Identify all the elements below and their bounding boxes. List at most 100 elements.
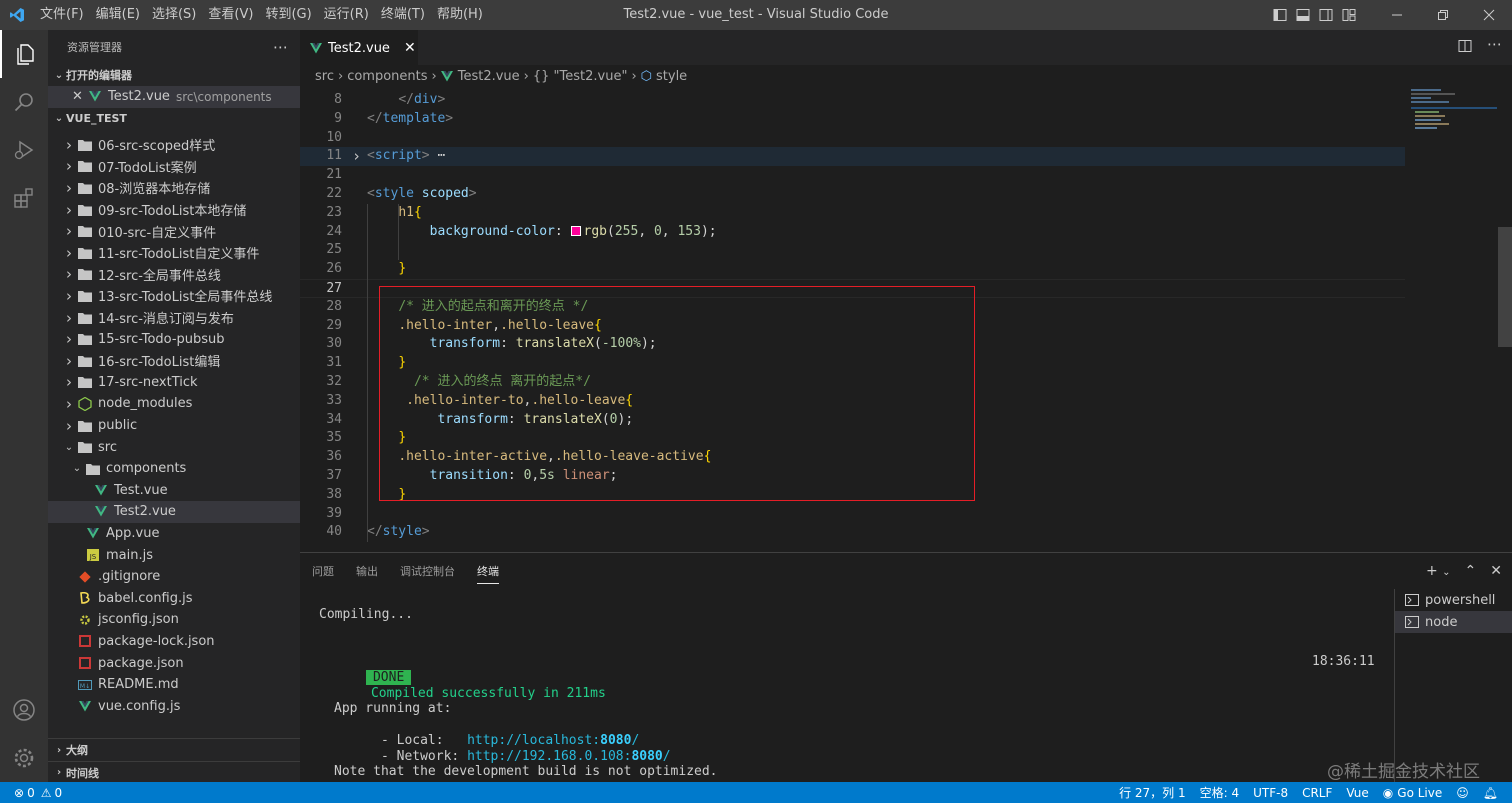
tab-problems[interactable]: 问题 (312, 559, 334, 583)
tree-item[interactable]: App.vue (48, 523, 300, 545)
tree-item[interactable]: › 12-src-全局事件总线 (48, 264, 300, 286)
tree-item[interactable]: JS main.js (48, 544, 300, 566)
close-editor-icon[interactable]: ✕ (72, 89, 86, 104)
code-line[interactable]: 11 › <script> ⋯ (300, 147, 1405, 167)
code-line[interactable]: 39 (300, 505, 1405, 524)
fold-chevron-icon[interactable]: › (352, 147, 361, 166)
minimap[interactable] (1405, 87, 1498, 552)
breadcrumb-style[interactable]: style (656, 69, 687, 84)
customize-layout-icon[interactable] (1337, 0, 1360, 30)
tree-item[interactable]: › 13-src-TodoList全局事件总线 (48, 285, 300, 307)
tree-item[interactable]: › 17-src-nextTick (48, 372, 300, 394)
tree-item[interactable]: .gitignore (48, 566, 300, 588)
code-line[interactable]: 21 (300, 166, 1405, 185)
tree-item[interactable]: Test.vue (48, 480, 300, 502)
code-line[interactable]: 8 </div> (300, 91, 1405, 110)
line-number: 29 (326, 317, 342, 333)
tree-item[interactable]: vue.config.js (48, 695, 300, 717)
tree-item[interactable]: › 08-浏览器本地存储 (48, 177, 300, 199)
split-editor-icon[interactable] (1458, 39, 1472, 57)
account-icon[interactable] (0, 686, 48, 734)
close-tab-icon[interactable]: ✕ (404, 40, 416, 56)
tree-item[interactable]: babel.config.js (48, 587, 300, 609)
terminal-powershell[interactable]: powershell (1395, 589, 1512, 611)
code-line[interactable]: 40 </style> (300, 523, 1405, 542)
breadcrumb-file[interactable]: Test2.vue (458, 69, 520, 84)
tree-item[interactable]: jsconfig.json (48, 609, 300, 631)
tree-item[interactable]: package.json (48, 652, 300, 674)
search-icon[interactable] (0, 78, 48, 126)
menu-item-3[interactable]: 查看(V) (202, 0, 259, 30)
language-mode[interactable]: Vue (1346, 786, 1368, 800)
menu-item-4[interactable]: 转到(G) (259, 0, 317, 30)
tree-item[interactable]: › 06-src-scoped样式 (48, 134, 300, 156)
tree-item[interactable]: M↓ README.md (48, 674, 300, 696)
problems-status[interactable]: ⊗ 0 ⚠ 0 (14, 786, 62, 800)
line-number: 22 (326, 186, 342, 201)
encoding[interactable]: UTF-8 (1253, 786, 1288, 800)
tree-item[interactable]: ⌄ src (48, 436, 300, 458)
editor-more-icon[interactable]: ⋯ (1487, 35, 1502, 53)
tree-item[interactable]: › 14-src-消息订阅与发布 (48, 307, 300, 329)
tree-item[interactable]: ⌄ components (48, 458, 300, 480)
open-editor-item[interactable]: ✕ Test2.vue src\components (48, 86, 300, 108)
code-line[interactable]: 25 (300, 241, 1405, 260)
tab-terminal[interactable]: 终端 (477, 559, 499, 584)
tree-item[interactable]: › 09-src-TodoList本地存储 (48, 199, 300, 221)
breadcrumb-components[interactable]: components (347, 69, 427, 84)
menu-item-2[interactable]: 选择(S) (146, 0, 202, 30)
tree-item[interactable]: › node_modules (48, 393, 300, 415)
more-actions-icon[interactable]: ⋯ (273, 38, 288, 56)
code-line[interactable]: 22 <style scoped> (300, 185, 1405, 204)
tab-test2-vue[interactable]: Test2.vue ✕ (300, 30, 418, 65)
code-line[interactable]: 23 h1{ (300, 204, 1405, 223)
tree-item[interactable]: › 11-src-TodoList自定义事件 (48, 242, 300, 264)
toggle-secondary-sidebar-icon[interactable] (1314, 0, 1337, 30)
network-url[interactable]: http://192.168.0.108:8080/ (467, 749, 671, 764)
tree-item[interactable]: › 07-TodoList案例 (48, 156, 300, 178)
code-line[interactable]: 24 background-color: rgb(255, 0, 153); (300, 223, 1405, 242)
timeline-header[interactable]: › 时间线 (48, 761, 300, 782)
close-window-icon[interactable] (1466, 0, 1512, 30)
code-line[interactable]: 10 (300, 129, 1405, 148)
feedback-icon[interactable]: ☺ (1456, 786, 1469, 800)
extensions-icon[interactable] (0, 174, 48, 222)
menu-item-1[interactable]: 编辑(E) (90, 0, 146, 30)
restore-icon[interactable] (1420, 0, 1466, 30)
tree-item[interactable]: › 16-src-TodoList编辑 (48, 350, 300, 372)
tab-debug-console[interactable]: 调试控制台 (400, 559, 455, 583)
run-debug-icon[interactable] (0, 126, 48, 174)
tree-item[interactable]: › public (48, 415, 300, 437)
notifications-bell-icon[interactable]: 🔔︎ (1483, 786, 1498, 800)
menu-item-6[interactable]: 终端(T) (375, 0, 431, 30)
menu-item-5[interactable]: 运行(R) (318, 0, 375, 30)
code-line[interactable]: 26 } (300, 260, 1405, 279)
go-live-button[interactable]: ◉ Go Live (1383, 786, 1442, 800)
tree-item[interactable]: Test2.vue (48, 501, 300, 523)
minimize-icon[interactable] (1374, 0, 1420, 30)
maximize-panel-icon[interactable]: ⌃ (1465, 563, 1477, 579)
outline-header[interactable]: › 大纲 (48, 739, 300, 761)
settings-gear-icon[interactable] (0, 734, 48, 782)
open-editors-header[interactable]: ⌄ 打开的编辑器 (48, 64, 300, 86)
new-terminal-icon[interactable]: + ⌄ (1426, 563, 1451, 579)
line-ending[interactable]: CRLF (1302, 786, 1332, 800)
editor-scrollbar[interactable] (1498, 87, 1512, 552)
explorer-icon[interactable] (0, 30, 48, 78)
toggle-panel-icon[interactable] (1291, 0, 1314, 30)
tree-item[interactable]: package-lock.json (48, 631, 300, 653)
cursor-position[interactable]: 行 27，列 1 (1119, 784, 1186, 801)
tab-output[interactable]: 输出 (356, 559, 378, 583)
breadcrumb-src[interactable]: src (315, 69, 334, 84)
menu-item-7[interactable]: 帮助(H) (431, 0, 489, 30)
project-header[interactable]: ⌄ VUE_TEST (48, 108, 300, 130)
menu-item-0[interactable]: 文件(F) (34, 0, 90, 30)
terminal-node[interactable]: node (1395, 611, 1512, 633)
breadcrumb-module[interactable]: {} "Test2.vue" (533, 69, 628, 84)
indentation[interactable]: 空格: 4 (1200, 784, 1240, 801)
tree-item[interactable]: › 15-src-Todo-pubsub (48, 328, 300, 350)
close-panel-icon[interactable]: ✕ (1490, 563, 1502, 579)
tree-item[interactable]: › 010-src-自定义事件 (48, 220, 300, 242)
toggle-sidebar-icon[interactable] (1268, 0, 1291, 30)
code-line[interactable]: 9 </template> (300, 110, 1405, 129)
